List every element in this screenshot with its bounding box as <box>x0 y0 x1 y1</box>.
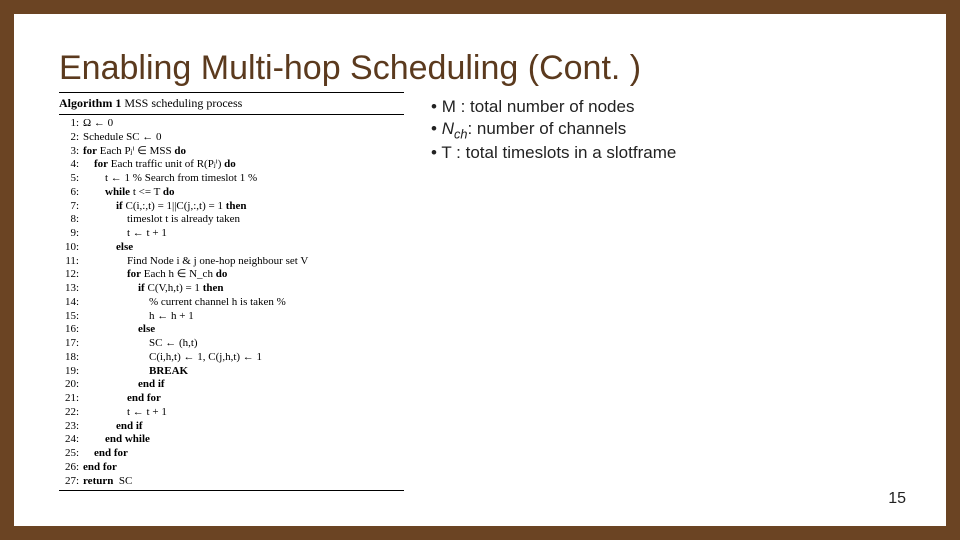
line-number: 22: <box>59 406 83 420</box>
line-number: 7: <box>59 200 83 214</box>
line-number: 13: <box>59 282 83 296</box>
line-number: 17: <box>59 337 83 351</box>
algorithm-line: 4: for Each traffic unit of R(Pⱼⁱ) do <box>59 158 404 172</box>
algorithm-line: 8: timeslot t is already taken <box>59 213 404 227</box>
algorithm-line: 21: end for <box>59 392 404 406</box>
algorithm-line: 10: else <box>59 241 404 255</box>
legend-nch-rest: : number of channels <box>467 119 626 138</box>
algorithm-line: 2:Schedule SC ← 0 <box>59 131 404 145</box>
slide-title: Enabling Multi-hop Scheduling (Cont. ) <box>59 49 901 88</box>
algorithm-line: 5: t ← 1 % Search from timeslot 1 % <box>59 172 404 186</box>
slide-frame: Enabling Multi-hop Scheduling (Cont. ) A… <box>0 0 960 540</box>
line-code: timeslot t is already taken <box>83 213 240 227</box>
line-number: 18: <box>59 351 83 365</box>
line-number: 20: <box>59 378 83 392</box>
line-number: 2: <box>59 131 83 145</box>
slide-content: Enabling Multi-hop Scheduling (Cont. ) A… <box>14 14 946 526</box>
algorithm-line: 26:end for <box>59 461 404 475</box>
line-code: else <box>83 241 133 255</box>
legend-m: M : total number of nodes <box>429 97 676 117</box>
content-row: Algorithm 1 MSS scheduling process 1:Ω ←… <box>59 92 901 491</box>
line-code: else <box>83 323 155 337</box>
line-code: end if <box>83 420 143 434</box>
line-code: return SC <box>83 475 132 489</box>
algorithm-line: 15: h ← h + 1 <box>59 310 404 324</box>
line-number: 24: <box>59 433 83 447</box>
line-code: t ← 1 % Search from timeslot 1 % <box>83 172 257 186</box>
line-code: end for <box>83 392 161 406</box>
algorithm-line: 24: end while <box>59 433 404 447</box>
line-code: SC ← (h,t) <box>83 337 198 351</box>
line-number: 14: <box>59 296 83 310</box>
line-number: 1: <box>59 117 83 131</box>
algorithm-line: 19: BREAK <box>59 365 404 379</box>
algorithm-line: 27:return SC <box>59 475 404 489</box>
line-code: for Each Pⱼⁱ ∈ MSS do <box>83 145 186 159</box>
line-code: t ← t + 1 <box>83 227 167 241</box>
algorithm-box: Algorithm 1 MSS scheduling process 1:Ω ←… <box>59 92 404 491</box>
line-code: Schedule SC ← 0 <box>83 131 162 145</box>
legend-nch-sym: N <box>442 119 454 138</box>
algorithm-line: 16: else <box>59 323 404 337</box>
algorithm-line: 1:Ω ← 0 <box>59 117 404 131</box>
line-code: BREAK <box>83 365 188 379</box>
algorithm-line: 11: Find Node i & j one-hop neighbour se… <box>59 255 404 269</box>
line-code: end if <box>83 378 165 392</box>
line-code: t ← t + 1 <box>83 406 167 420</box>
line-number: 11: <box>59 255 83 269</box>
line-code: if C(V,h,t) = 1 then <box>83 282 223 296</box>
line-number: 10: <box>59 241 83 255</box>
line-code: if C(i,:,t) = 1||C(j,:,t) = 1 then <box>83 200 247 214</box>
line-code: end while <box>83 433 150 447</box>
algorithm-line: 23: end if <box>59 420 404 434</box>
line-number: 5: <box>59 172 83 186</box>
line-number: 6: <box>59 186 83 200</box>
line-number: 3: <box>59 145 83 159</box>
slide-number: 15 <box>888 490 906 508</box>
line-number: 12: <box>59 268 83 282</box>
line-code: for Each traffic unit of R(Pⱼⁱ) do <box>83 158 236 172</box>
algorithm-line: 12: for Each h ∈ N_ch do <box>59 268 404 282</box>
line-number: 15: <box>59 310 83 324</box>
legend-nch: Nch: number of channels <box>429 119 676 141</box>
algorithm-line: 14: % current channel h is taken % <box>59 296 404 310</box>
line-code: Find Node i & j one-hop neighbour set V <box>83 255 308 269</box>
algorithm-line: 18: C(i,h,t) ← 1, C(j,h,t) ← 1 <box>59 351 404 365</box>
legend-nch-sub: ch <box>454 126 467 141</box>
line-number: 9: <box>59 227 83 241</box>
line-number: 16: <box>59 323 83 337</box>
algorithm-line: 25: end for <box>59 447 404 461</box>
algorithm-body: 1:Ω ← 02:Schedule SC ← 03:for Each Pⱼⁱ ∈… <box>59 115 404 491</box>
algorithm-line: 9: t ← t + 1 <box>59 227 404 241</box>
algorithm-line: 22: t ← t + 1 <box>59 406 404 420</box>
algorithm-caption: Algorithm 1 MSS scheduling process <box>59 92 404 115</box>
line-number: 8: <box>59 213 83 227</box>
algorithm-caption-bold: Algorithm 1 <box>59 96 121 110</box>
legend-t: T : total timeslots in a slotframe <box>429 143 676 163</box>
line-code: end for <box>83 461 117 475</box>
algorithm-line: 20: end if <box>59 378 404 392</box>
line-number: 23: <box>59 420 83 434</box>
line-number: 21: <box>59 392 83 406</box>
line-number: 26: <box>59 461 83 475</box>
line-code: end for <box>83 447 128 461</box>
legend: M : total number of nodes Nch: number of… <box>429 97 676 491</box>
line-code: % current channel h is taken % <box>83 296 286 310</box>
algorithm-line: 7: if C(i,:,t) = 1||C(j,:,t) = 1 then <box>59 200 404 214</box>
line-number: 19: <box>59 365 83 379</box>
line-code: while t <= T do <box>83 186 174 200</box>
algorithm-line: 3:for Each Pⱼⁱ ∈ MSS do <box>59 145 404 159</box>
line-number: 4: <box>59 158 83 172</box>
algorithm-line: 17: SC ← (h,t) <box>59 337 404 351</box>
line-code: for Each h ∈ N_ch do <box>83 268 227 282</box>
line-code: C(i,h,t) ← 1, C(j,h,t) ← 1 <box>83 351 262 365</box>
line-code: h ← h + 1 <box>83 310 194 324</box>
algorithm-line: 6: while t <= T do <box>59 186 404 200</box>
line-number: 27: <box>59 475 83 489</box>
algorithm-line: 13: if C(V,h,t) = 1 then <box>59 282 404 296</box>
line-number: 25: <box>59 447 83 461</box>
line-code: Ω ← 0 <box>83 117 113 131</box>
algorithm-caption-rest: MSS scheduling process <box>121 96 242 110</box>
